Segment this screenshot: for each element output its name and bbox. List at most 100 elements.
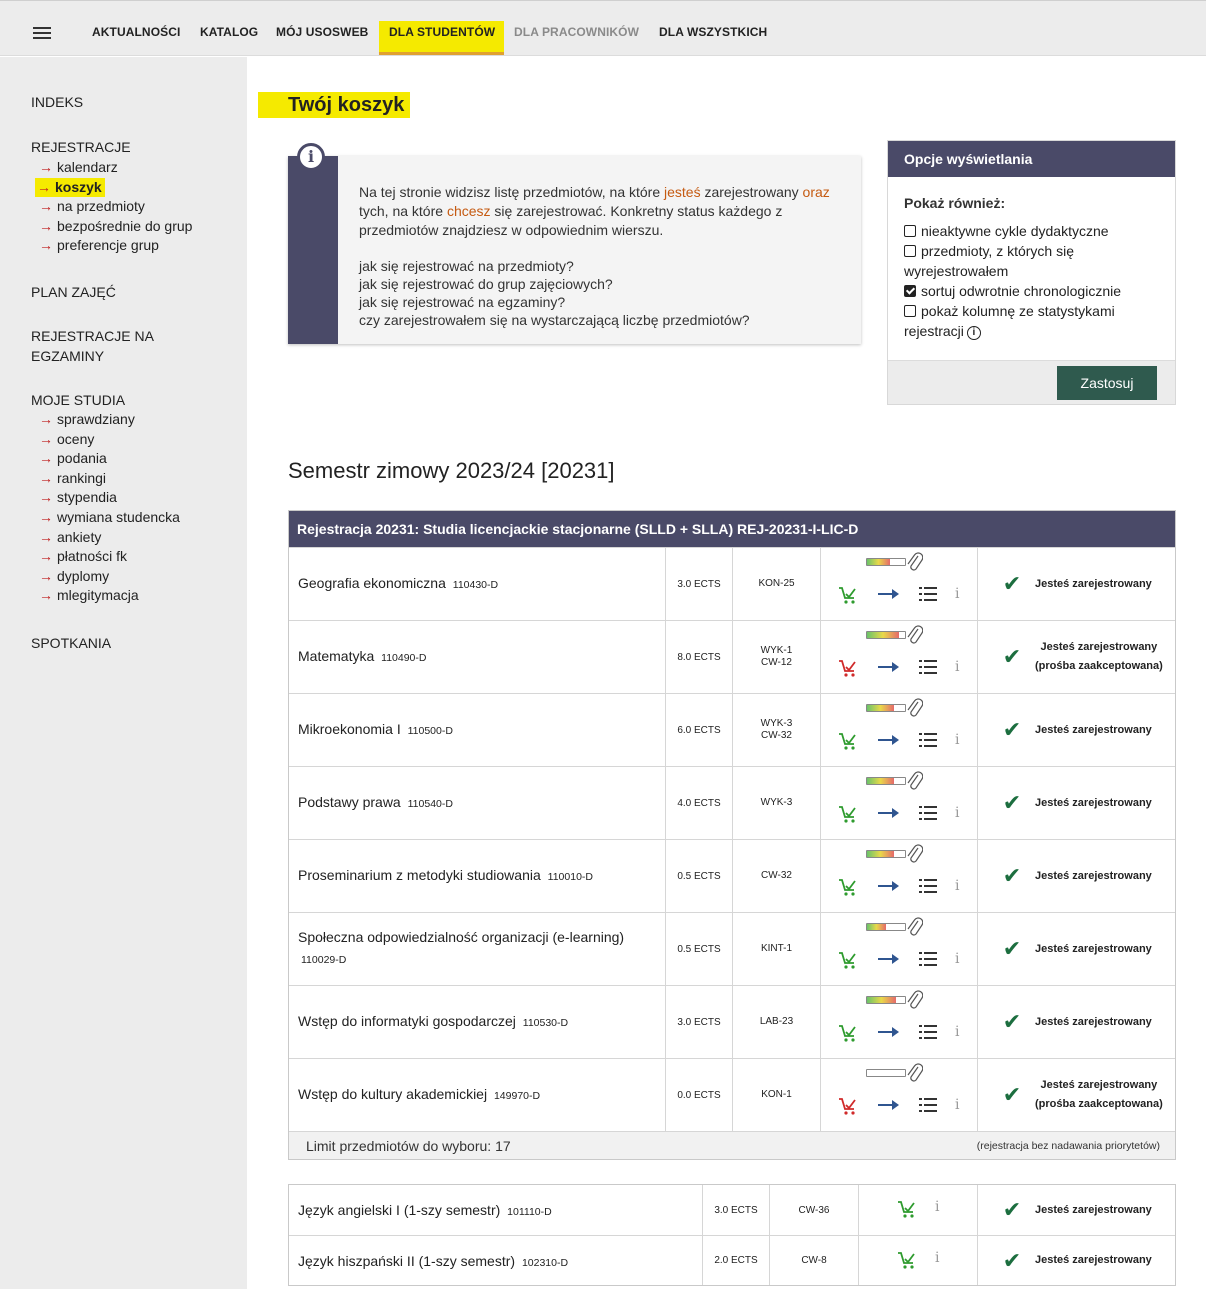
arrow-right-icon[interactable] (876, 732, 902, 748)
checkbox-icon[interactable] (904, 245, 916, 257)
sidebar-item-podania[interactable]: → podania (39, 449, 107, 468)
cart-check-icon[interactable] (838, 1023, 858, 1043)
apply-button[interactable]: Zastosuj (1057, 366, 1157, 400)
course-name[interactable]: Geografia ekonomiczna (298, 575, 446, 591)
option-statystyki[interactable]: pokaż kolumnę ze statystykami rejestracj… (904, 301, 1164, 341)
groups-cell[interactable]: CW-36 (769, 1185, 858, 1235)
list-icon[interactable] (919, 732, 937, 748)
help-link-egzaminy[interactable]: jak się rejestrować na egzaminy? (359, 293, 750, 311)
checkbox-checked-icon[interactable] (904, 285, 916, 297)
nav-dla-pracownikow[interactable]: DLA PRACOWNIKÓW (514, 25, 639, 39)
course-name[interactable]: Język angielski I (1-szy semestr) (298, 1202, 500, 1218)
course-name[interactable]: Mikroekonomia I (298, 721, 401, 737)
sidebar-rejestracje-na-egzaminy[interactable]: REJESTRACJE NA EGZAMINY (31, 326, 154, 366)
info-circle-icon[interactable]: i (966, 326, 981, 340)
arrow-right-icon[interactable] (876, 1024, 902, 1040)
sidebar-item-dyplomy[interactable]: → dyplomy (39, 567, 109, 586)
info-icon[interactable]: i (955, 878, 959, 894)
sidebar-indeks[interactable]: INDEKS (31, 92, 83, 112)
help-link-grupy[interactable]: jak się rejestrować do grup zajęciowych? (359, 275, 750, 293)
list-icon[interactable] (919, 659, 937, 675)
groups-cell[interactable]: CW-32 (732, 840, 820, 912)
paperclip-icon[interactable] (907, 1063, 924, 1085)
option-wyrejestrowane[interactable]: przedmioty, z których się wyrejestrowałe… (904, 241, 1164, 281)
sidebar-plan-zajec[interactable]: PLAN ZAJĘĆ (31, 282, 116, 302)
cart-check-icon[interactable] (838, 1096, 858, 1116)
arrow-right-icon[interactable] (876, 586, 902, 602)
sidebar-item-stypendia[interactable]: → stypendia (39, 488, 117, 507)
info-icon[interactable]: i (955, 586, 959, 602)
groups-cell[interactable]: WYK-3 CW-32 (732, 694, 820, 766)
sidebar-item-koszyk[interactable]: → koszyk (35, 177, 105, 197)
sidebar-item-wymiana-studencka[interactable]: → wymiana studencka (39, 508, 180, 527)
cart-check-icon[interactable] (897, 1199, 917, 1219)
nav-aktualnosci[interactable]: AKTUALNOŚCI (92, 25, 180, 39)
arrow-right-icon[interactable] (876, 805, 902, 821)
list-icon[interactable] (919, 1097, 937, 1113)
list-icon[interactable] (919, 586, 937, 602)
list-icon[interactable] (919, 878, 937, 894)
info-icon[interactable]: i (955, 732, 959, 748)
paperclip-icon[interactable] (907, 844, 924, 866)
sidebar-item-mlegitymacja[interactable]: → mlegitymacja (39, 586, 139, 605)
course-name[interactable]: Język hiszpański II (1-szy semestr) (298, 1253, 515, 1269)
course-name[interactable]: Wstęp do informatyki gospodarczej (298, 1013, 516, 1029)
cart-check-icon[interactable] (838, 585, 858, 605)
arrow-right-icon[interactable] (876, 878, 902, 894)
sidebar-rejestracje[interactable]: REJESTRACJE (31, 137, 131, 157)
paperclip-icon[interactable] (907, 625, 924, 647)
nav-moj-usosweb[interactable]: MÓJ USOSWEB (276, 25, 368, 39)
paperclip-icon[interactable] (907, 698, 924, 720)
cart-check-icon[interactable] (838, 877, 858, 897)
option-nieaktywne-cykle[interactable]: nieaktywne cykle dydaktyczne (904, 221, 1164, 241)
sidebar-item-sprawdziany[interactable]: → sprawdziany (39, 410, 135, 429)
info-icon[interactable]: i (935, 1199, 939, 1215)
menu-icon[interactable] (33, 27, 51, 42)
sidebar-item-ankiety[interactable]: → ankiety (39, 528, 101, 547)
groups-cell[interactable]: CW-8 (769, 1236, 858, 1285)
info-icon[interactable]: i (955, 1024, 959, 1040)
sidebar-item-kalendarz[interactable]: → kalendarz (39, 158, 118, 177)
groups-cell[interactable]: KINT-1 (732, 913, 820, 985)
list-icon[interactable] (919, 1024, 937, 1040)
checkbox-icon[interactable] (904, 225, 916, 237)
help-link-przedmioty[interactable]: jak się rejestrować na przedmioty? (359, 257, 750, 275)
checkbox-icon[interactable] (904, 305, 916, 317)
sidebar-moje-studia[interactable]: MOJE STUDIA (31, 390, 125, 410)
course-name[interactable]: Matematyka (298, 648, 374, 664)
arrow-right-icon[interactable] (876, 1097, 902, 1113)
cart-check-icon[interactable] (838, 658, 858, 678)
course-name[interactable]: Wstęp do kultury akademickiej (298, 1086, 487, 1102)
info-icon[interactable]: i (955, 1097, 959, 1113)
sidebar-spotkania[interactable]: SPOTKANIA (31, 633, 111, 653)
paperclip-icon[interactable] (907, 990, 924, 1012)
groups-cell[interactable]: KON-1 (732, 1059, 820, 1131)
paperclip-icon[interactable] (907, 771, 924, 793)
info-icon[interactable]: i (955, 659, 959, 675)
sidebar-item-rankingi[interactable]: → rankingi (39, 469, 106, 488)
course-name[interactable]: Podstawy prawa (298, 794, 401, 810)
course-name[interactable]: Proseminarium z metodyki studiowania (298, 867, 541, 883)
info-icon[interactable]: i (935, 1250, 939, 1266)
cart-check-icon[interactable] (838, 950, 858, 970)
info-icon[interactable]: i (955, 951, 959, 967)
sidebar-item-oceny[interactable]: → oceny (39, 430, 94, 449)
groups-cell[interactable]: KON-25 (732, 548, 820, 620)
groups-cell[interactable]: WYK-1 CW-12 (732, 621, 820, 693)
paperclip-icon[interactable] (907, 552, 924, 574)
course-name[interactable]: Społeczna odpowiedzialność organizacji (… (298, 929, 624, 945)
nav-dla-studentow[interactable]: DLA STUDENTÓW (389, 25, 495, 39)
groups-cell[interactable]: WYK-3 (732, 767, 820, 839)
info-icon[interactable]: i (955, 805, 959, 821)
sidebar-item-preferencje-grup[interactable]: → preferencje grup (39, 236, 159, 255)
option-sortuj-odwrotnie[interactable]: sortuj odwrotnie chronologicznie (904, 281, 1164, 301)
cart-check-icon[interactable] (838, 804, 858, 824)
arrow-right-icon[interactable] (876, 951, 902, 967)
arrow-right-icon[interactable] (876, 659, 902, 675)
nav-dla-wszystkich[interactable]: DLA WSZYSTKICH (659, 25, 767, 39)
sidebar-item-bezpośrednie-do-grup[interactable]: → bezpośrednie do grup (39, 217, 192, 236)
groups-cell[interactable]: LAB-23 (732, 986, 820, 1058)
sidebar-item-płatności-fk[interactable]: → płatności fk (39, 547, 127, 566)
nav-katalog[interactable]: KATALOG (200, 25, 258, 39)
list-icon[interactable] (919, 951, 937, 967)
